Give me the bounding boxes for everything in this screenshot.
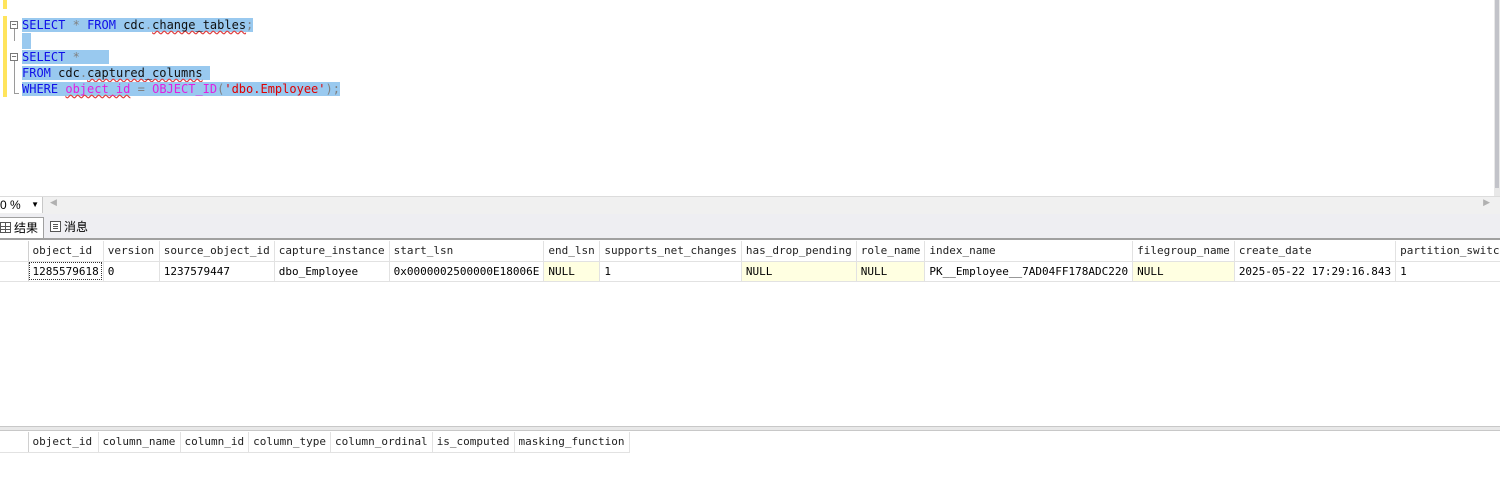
table-cell[interactable]: 0 xyxy=(103,261,160,282)
outline-guide xyxy=(14,93,19,94)
table-cell[interactable]: 1 xyxy=(1395,261,1500,282)
table-cell[interactable]: dbo_Employee xyxy=(274,261,390,282)
column-header-column-ordinal[interactable]: column_ordinal xyxy=(330,432,433,453)
column-header-object-id[interactable]: object_id xyxy=(28,432,99,453)
code-token: object_id xyxy=(65,82,131,96)
code-token: = xyxy=(137,82,145,96)
code-token: ; xyxy=(332,82,340,96)
code-token: ) xyxy=(325,82,333,96)
code-line-4[interactable]: FROM cdc.captured_columns xyxy=(22,65,210,81)
code-token: FROM xyxy=(87,18,116,32)
column-header-is-computed[interactable]: is_computed xyxy=(432,432,515,453)
code-token: change_tables xyxy=(152,18,247,32)
tab-results[interactable]: 结果 xyxy=(0,217,44,238)
column-header-partition-switch[interactable]: partition_switch xyxy=(1395,241,1500,262)
results-grid-1[interactable]: object_id version source_object_id capture_… xyxy=(0,241,1500,282)
code-token: ; xyxy=(246,18,254,32)
outline-guide xyxy=(14,61,15,93)
column-header-role-name[interactable]: role_name xyxy=(856,241,926,262)
column-header-capture-instance[interactable]: capture_instance xyxy=(274,241,390,262)
table-cell[interactable]: 1237579447 xyxy=(159,261,275,282)
code-token: OBJECT_ID xyxy=(152,82,218,96)
code-token: WHERE xyxy=(22,82,59,96)
editor-vertical-scrollbar[interactable] xyxy=(1494,0,1500,196)
tab-results-label: 结果 xyxy=(14,221,39,235)
collapse-icon[interactable]: − xyxy=(10,53,18,61)
column-header-start-lsn[interactable]: start_lsn xyxy=(389,241,545,262)
query-editor[interactable]: − − SELECT * FROM cdc.change_tables; SEL… xyxy=(0,0,1500,196)
row-header-corner[interactable] xyxy=(0,432,29,453)
results-grid-2-area: object_id column_name column_id column_type… xyxy=(0,431,1500,493)
row-header-corner[interactable] xyxy=(0,241,29,262)
scroll-left-icon[interactable]: ◀ xyxy=(50,198,57,208)
column-header-column-id[interactable]: column_id xyxy=(180,432,250,453)
table-cell[interactable]: PK__Employee__7AD04FF178ADC220 xyxy=(924,261,1134,282)
code-token: SELECT xyxy=(22,18,66,32)
editor-status-bar: 0 % ▼ ◀ ▶ xyxy=(0,196,1500,214)
code-token: . xyxy=(79,66,88,80)
code-token: * xyxy=(72,50,80,64)
table-cell[interactable]: NULL xyxy=(1132,261,1235,282)
column-header-version[interactable]: version xyxy=(103,241,160,262)
code-token: captured_columns xyxy=(87,66,203,80)
result-tabstrip: 结果 消息 xyxy=(0,214,1500,240)
code-line-2[interactable] xyxy=(22,33,31,49)
code-token: FROM xyxy=(22,66,51,80)
chevron-down-icon: ▼ xyxy=(31,200,39,209)
code-line-5[interactable]: WHERE object_id = OBJECT_ID('dbo.Employe… xyxy=(22,81,340,97)
change-marker xyxy=(3,0,7,9)
change-marker xyxy=(3,16,7,97)
zoom-dropdown[interactable]: 0 % ▼ xyxy=(0,197,43,213)
code-token: cdc xyxy=(58,66,80,80)
column-header-column-type[interactable]: column_type xyxy=(248,432,331,453)
column-header-create-date[interactable]: create_date xyxy=(1234,241,1397,262)
code-token: * xyxy=(72,18,80,32)
table-cell[interactable]: 1285579618 xyxy=(28,261,104,282)
table-cell[interactable]: NULL xyxy=(543,261,601,282)
code-line-1[interactable]: SELECT * FROM cdc.change_tables; xyxy=(22,17,254,33)
code-line-3[interactable]: SELECT * xyxy=(22,49,109,65)
column-header-masking-function[interactable]: masking_function xyxy=(514,432,630,453)
tab-messages-label: 消息 xyxy=(64,220,89,234)
scrollbar-thumb[interactable] xyxy=(1495,0,1499,188)
scroll-right-icon[interactable]: ▶ xyxy=(1483,198,1490,208)
tab-messages[interactable]: 消息 xyxy=(50,217,100,238)
results-grid-1-area: object_id version source_object_id capture_… xyxy=(0,240,1500,426)
table-cell[interactable]: NULL xyxy=(741,261,857,282)
grid-header-row: object_id version source_object_id capture_… xyxy=(0,241,1500,262)
code-token: cdc xyxy=(123,18,145,32)
row-header[interactable] xyxy=(0,261,29,282)
table-cell[interactable]: 1 xyxy=(599,261,742,282)
column-header-object-id[interactable]: object_id xyxy=(28,241,104,262)
table-cell[interactable]: NULL xyxy=(856,261,926,282)
grid-header-row: object_id column_name column_id column_type… xyxy=(0,432,630,453)
column-header-column-name[interactable]: column_name xyxy=(98,432,181,453)
column-header-index-name[interactable]: index_name xyxy=(924,241,1134,262)
code-token: 'dbo.Employee' xyxy=(224,82,326,96)
outline-guide xyxy=(14,29,15,41)
column-header-filegroup-name[interactable]: filegroup_name xyxy=(1132,241,1235,262)
grid-icon xyxy=(0,222,11,233)
zoom-value: 0 % xyxy=(0,198,21,212)
collapse-icon[interactable]: − xyxy=(10,21,18,29)
column-header-supports-net-changes[interactable]: supports_net_changes xyxy=(599,241,742,262)
column-header-has-drop-pending[interactable]: has_drop_pending xyxy=(741,241,857,262)
code-token: SELECT xyxy=(22,50,66,64)
table-cell[interactable]: 0x0000002500000E18006E xyxy=(389,261,545,282)
table-row[interactable]: 1285579618 0 1237579447 dbo_Employee 0x00000… xyxy=(0,261,1500,282)
results-grid-2[interactable]: object_id column_name column_id column_type… xyxy=(0,432,630,453)
messages-icon xyxy=(50,221,61,232)
column-header-source-object-id[interactable]: source_object_id xyxy=(159,241,275,262)
table-cell[interactable]: 2025-05-22 17:29:16.843 xyxy=(1234,261,1397,282)
column-header-end-lsn[interactable]: end_lsn xyxy=(543,241,601,262)
